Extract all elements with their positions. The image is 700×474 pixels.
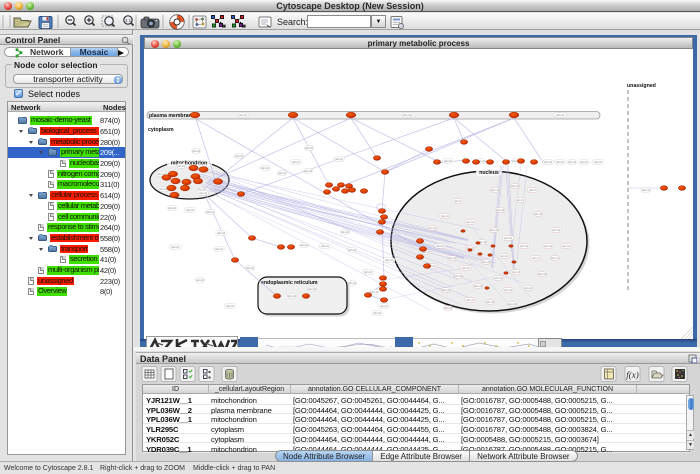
svg-text:[abcd]: [abcd] — [494, 276, 502, 280]
svg-text:[abcd]: [abcd] — [466, 298, 474, 302]
svg-text:[abcd]: [abcd] — [538, 272, 546, 276]
svg-text:[abcd]: [abcd] — [490, 228, 498, 232]
svg-text:[abcd]: [abcd] — [444, 306, 452, 310]
svg-text:[abcd]: [abcd] — [278, 171, 286, 175]
svg-text:[abcd]: [abcd] — [462, 266, 470, 270]
svg-text:[abcd]: [abcd] — [348, 248, 356, 252]
svg-text:[abcd]: [abcd] — [196, 278, 204, 282]
svg-text:[abcd]: [abcd] — [594, 160, 602, 164]
svg-text:[abcd]: [abcd] — [235, 154, 243, 158]
svg-text:[abcd]: [abcd] — [305, 146, 313, 150]
svg-text:[abcd]: [abcd] — [482, 260, 490, 264]
svg-text:[abcd]: [abcd] — [441, 214, 449, 218]
svg-text:[abcd]: [abcd] — [544, 160, 552, 164]
svg-text:[abcd]: [abcd] — [159, 187, 167, 191]
svg-text:[abcd]: [abcd] — [171, 245, 179, 249]
svg-text:nucleus: nucleus — [479, 170, 499, 176]
svg-text:[abcd]: [abcd] — [292, 160, 300, 164]
svg-text:[abcd]: [abcd] — [341, 230, 349, 234]
svg-text:[abcd]: [abcd] — [466, 220, 474, 224]
svg-text:[abcd]: [abcd] — [491, 188, 499, 192]
svg-text:[abcd]: [abcd] — [474, 284, 482, 288]
svg-text:[abcd]: [abcd] — [442, 288, 450, 292]
svg-text:[abcd]: [abcd] — [308, 287, 316, 291]
svg-text:[abcd]: [abcd] — [532, 256, 540, 260]
svg-text:[abcd]: [abcd] — [304, 169, 312, 173]
svg-text:[abcd]: [abcd] — [186, 208, 194, 212]
svg-text:[abcd]: [abcd] — [177, 164, 185, 168]
svg-text:[abcd]: [abcd] — [192, 149, 200, 153]
svg-text:[abcd]: [abcd] — [496, 208, 504, 212]
svg-text:[abcd]: [abcd] — [246, 266, 254, 270]
svg-text:[abcd]: [abcd] — [642, 188, 650, 192]
svg-text:[abcd]: [abcd] — [562, 244, 570, 248]
svg-text:[abcd]: [abcd] — [568, 160, 576, 164]
svg-text:[abcd]: [abcd] — [508, 302, 516, 306]
svg-text:[abcd]: [abcd] — [516, 198, 524, 202]
svg-text:[abcd]: [abcd] — [511, 184, 519, 188]
svg-text:[abcd]: [abcd] — [364, 270, 372, 274]
svg-text:[abcd]: [abcd] — [552, 228, 560, 232]
svg-text:[abcd]: [abcd] — [448, 256, 456, 260]
svg-text:[abcd]: [abcd] — [300, 243, 308, 247]
svg-text:[abcd]: [abcd] — [428, 226, 436, 230]
svg-text:[abcd]: [abcd] — [206, 210, 214, 214]
svg-text:[abcd]: [abcd] — [500, 254, 508, 258]
svg-text:[abcd]: [abcd] — [215, 247, 223, 251]
svg-text:[abcd]: [abcd] — [217, 231, 225, 235]
svg-text:[abcd]: [abcd] — [512, 270, 520, 274]
svg-text:[abcd]: [abcd] — [454, 199, 462, 203]
svg-text:[abcd]: [abcd] — [504, 236, 512, 240]
svg-text:[abcd]: [abcd] — [288, 294, 296, 298]
svg-text:plasma membrane: plasma membrane — [149, 113, 195, 119]
svg-text:[abcd]: [abcd] — [385, 258, 393, 262]
svg-text:[abcd]: [abcd] — [504, 288, 512, 292]
svg-text:[abcd]: [abcd] — [544, 244, 552, 248]
svg-text:[abcd]: [abcd] — [534, 212, 542, 216]
svg-text:[abcd]: [abcd] — [335, 157, 343, 161]
svg-text:[abcd]: [abcd] — [520, 244, 528, 248]
svg-text:[abcd]: [abcd] — [348, 281, 356, 285]
svg-text:[abcd]: [abcd] — [556, 160, 564, 164]
svg-text:endoplasmic reticulum: endoplasmic reticulum — [261, 280, 318, 286]
svg-text:[abcd]: [abcd] — [524, 286, 532, 290]
svg-text:f(x): f(x) — [626, 370, 639, 380]
svg-text:[abcd]: [abcd] — [556, 113, 564, 117]
svg-text:[abcd]: [abcd] — [436, 244, 444, 248]
svg-text:[abcd]: [abcd] — [551, 256, 559, 260]
svg-text:[abcd]: [abcd] — [239, 113, 247, 117]
svg-text:[abcd]: [abcd] — [486, 300, 494, 304]
svg-text:[abcd]: [abcd] — [321, 244, 329, 248]
svg-text:[abcd]: [abcd] — [403, 113, 411, 117]
svg-text:[abcd]: [abcd] — [580, 160, 588, 164]
svg-text:[abcd]: [abcd] — [380, 304, 388, 308]
svg-text:[abcd]: [abcd] — [199, 191, 207, 195]
svg-text:unassigned: unassigned — [627, 83, 656, 89]
svg-text:[abcd]: [abcd] — [261, 166, 269, 170]
svg-text:cytoplasm: cytoplasm — [148, 127, 174, 133]
svg-text:[abcd]: [abcd] — [168, 206, 176, 210]
svg-text:[abcd]: [abcd] — [454, 274, 462, 278]
svg-text:[abcd]: [abcd] — [529, 188, 537, 192]
svg-text:[abcd]: [abcd] — [226, 304, 234, 308]
svg-text:[abcd]: [abcd] — [373, 311, 381, 315]
svg-text:[abcd]: [abcd] — [444, 159, 452, 163]
svg-text:1:1: 1:1 — [125, 18, 132, 23]
